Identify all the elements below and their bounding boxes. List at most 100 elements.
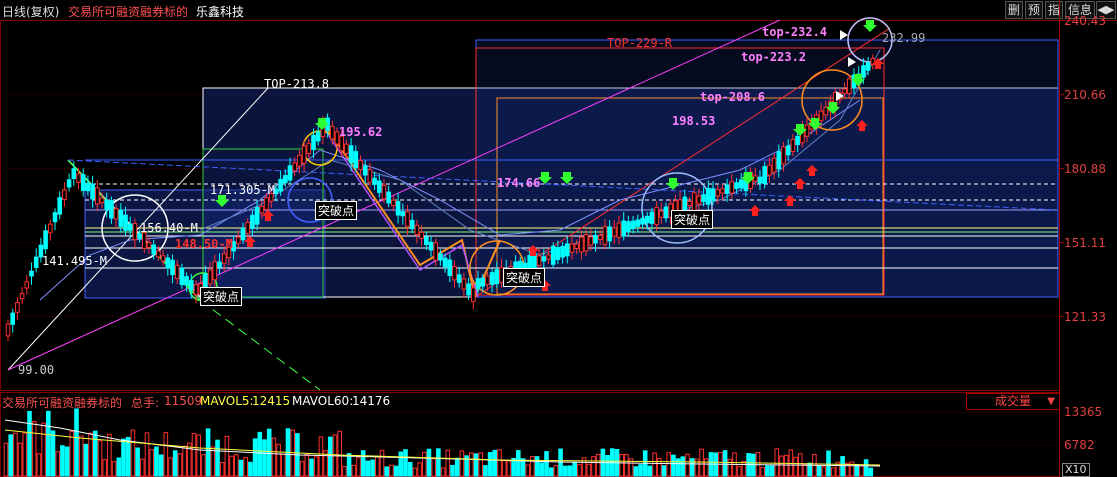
candle-body xyxy=(278,178,283,192)
candle-body xyxy=(104,199,110,211)
top-213-label: TOP-213.8 xyxy=(264,77,330,91)
volume-bar xyxy=(727,458,733,477)
volume-bar xyxy=(567,465,573,477)
volume-bar xyxy=(859,464,864,477)
volume-select-value: 成交量 xyxy=(994,394,1031,408)
breakout-label: 突破点 xyxy=(315,201,358,220)
candle-body xyxy=(579,236,584,253)
volume-bar xyxy=(840,456,845,477)
volume-bar xyxy=(492,449,498,477)
volume-indicator-select[interactable]: 成交量 ▼ xyxy=(966,393,1060,410)
breakout-label: 突破点 xyxy=(200,287,243,306)
volume-bar xyxy=(93,430,98,477)
candle-body xyxy=(71,168,77,179)
candle-body xyxy=(395,201,401,216)
volume-bar xyxy=(370,459,375,477)
candle-body xyxy=(757,176,763,184)
candle-body xyxy=(541,256,547,262)
candle-body xyxy=(560,245,565,258)
candle-body xyxy=(189,280,194,291)
candle-body xyxy=(847,78,852,95)
candle-body xyxy=(207,269,213,285)
volume-bar xyxy=(572,461,578,477)
volume-bar xyxy=(13,432,18,477)
volume-bar xyxy=(130,429,136,477)
candle-body xyxy=(720,188,725,194)
volume-bar xyxy=(140,458,145,477)
candle-body xyxy=(630,220,636,230)
volume-bar xyxy=(450,464,455,477)
volume-bar xyxy=(657,457,662,477)
volume-bar xyxy=(760,467,766,477)
volume-bar xyxy=(111,461,117,477)
breakout-label: 突破点 xyxy=(503,268,546,287)
candle-body xyxy=(217,261,222,268)
volume-bar xyxy=(252,438,258,477)
candle-body xyxy=(409,219,415,230)
volume-bar xyxy=(422,451,427,477)
candle-body xyxy=(15,302,20,313)
candle-body xyxy=(494,269,500,285)
candle-body xyxy=(160,255,166,262)
candle-body xyxy=(475,278,481,290)
volume-bar xyxy=(478,452,483,477)
volume-bar xyxy=(779,455,784,477)
volume-bar xyxy=(826,450,831,477)
candle-body xyxy=(62,189,67,200)
volume-bar xyxy=(722,450,728,477)
volume-bar xyxy=(172,450,178,477)
candle-body xyxy=(424,236,429,245)
candle-body xyxy=(635,219,641,227)
volume-bar xyxy=(17,442,23,477)
volume-scale-label[interactable]: X10 xyxy=(1062,463,1090,477)
candle-body xyxy=(804,124,810,137)
volume-bar xyxy=(224,435,230,477)
volume-bar xyxy=(36,453,42,477)
volume-bar xyxy=(328,436,333,477)
volume-bar xyxy=(60,445,65,477)
volume-bar xyxy=(591,456,596,477)
candle-body xyxy=(353,151,359,169)
volume-bar xyxy=(638,464,643,477)
volume-bar xyxy=(530,456,535,477)
price-axis-label: 240.43 xyxy=(1064,14,1106,28)
volume-bar xyxy=(539,462,545,477)
volume-bar xyxy=(375,456,380,477)
candle-body xyxy=(151,244,156,255)
volume-bar xyxy=(379,449,385,477)
candle-body xyxy=(90,183,95,200)
top-208-label: top-208.6 xyxy=(700,90,766,104)
volume-bar xyxy=(257,431,263,477)
volume-bar xyxy=(563,465,568,477)
candle-body xyxy=(471,287,476,303)
volume-bar xyxy=(41,422,46,477)
volume-bar xyxy=(821,466,827,477)
candle-body xyxy=(57,197,63,215)
volume-bar xyxy=(454,457,460,477)
candle-body xyxy=(555,247,561,260)
volume-bar xyxy=(205,428,211,477)
value-148-label: 148.50-M xyxy=(175,237,233,251)
volume-total-label: 总手: xyxy=(131,396,160,410)
volume-bar xyxy=(177,453,183,477)
candle-body xyxy=(616,222,622,239)
volume-bar xyxy=(313,456,319,477)
candle-body xyxy=(654,206,659,226)
volume-bar xyxy=(765,465,770,477)
candle-body xyxy=(701,194,706,203)
volume-bar xyxy=(219,462,225,477)
value-174-label: 174.66 xyxy=(497,176,541,190)
low-price-label: 99.00 xyxy=(18,363,55,377)
volume-bar xyxy=(281,453,286,477)
volume-bar xyxy=(741,460,747,477)
volume-bar xyxy=(619,453,625,477)
volume-bar xyxy=(699,448,704,477)
volume-bar xyxy=(469,452,474,477)
price-axis-label: 180.88 xyxy=(1064,162,1106,176)
candle-body xyxy=(438,253,443,261)
buy-signal-icon xyxy=(863,20,877,32)
volume-bar xyxy=(501,459,507,477)
volume-bar xyxy=(544,451,549,477)
candle-body xyxy=(569,243,575,253)
candle-body xyxy=(687,200,692,207)
